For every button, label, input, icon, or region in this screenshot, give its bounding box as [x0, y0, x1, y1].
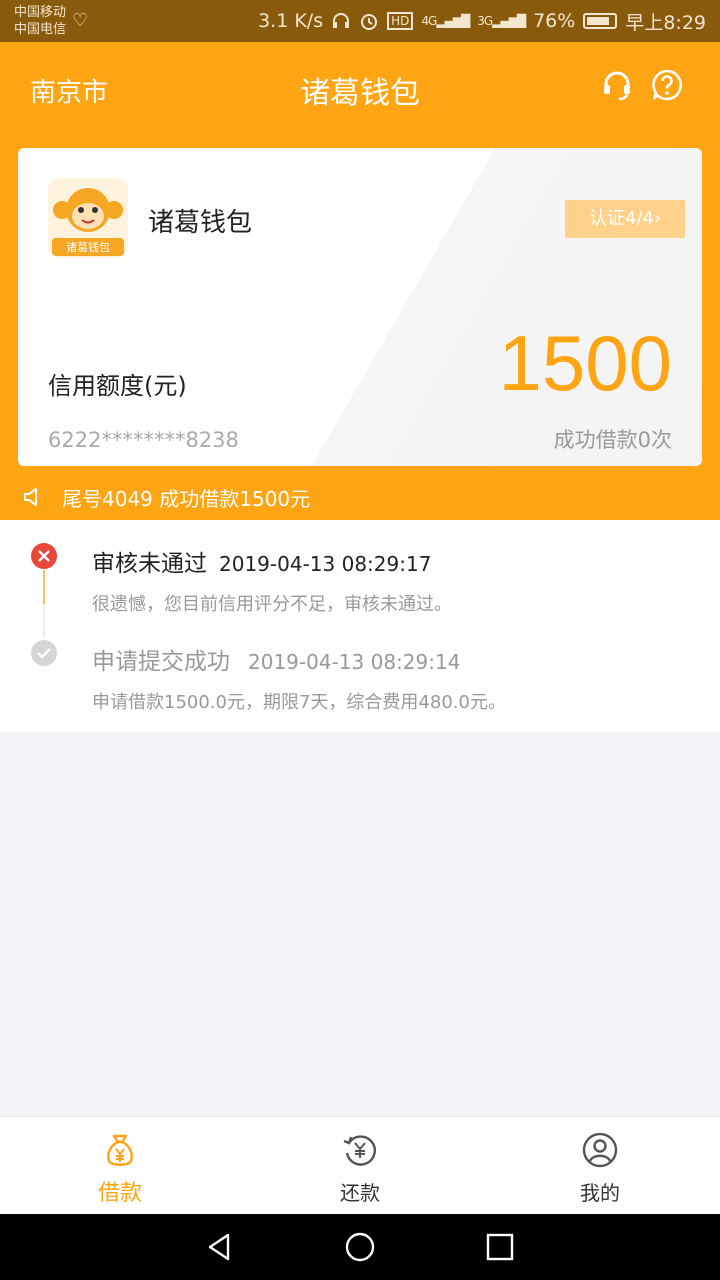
- app-logo: 诸葛钱包: [48, 178, 128, 258]
- carrier-2: 中国电信: [14, 22, 67, 37]
- speaker-icon: [24, 488, 37, 506]
- timeline-event-desc: 申请借款1500.0元，期限7天，综合费用480.0元。: [92, 692, 506, 713]
- customer-service-icon[interactable]: [600, 68, 634, 102]
- certification-label: 认证4/4: [588, 208, 654, 229]
- nav-repay[interactable]: 还款: [240, 1117, 480, 1214]
- home-icon[interactable]: [344, 1231, 376, 1263]
- nav-borrow[interactable]: 借款: [0, 1117, 240, 1214]
- notice-bar: 尾号4049 成功借款1500元: [0, 474, 720, 520]
- status-indicators: 3.1 K/s HD 4G▂▄▆█ 3G▂▄▆█ 76% 早上8:29: [258, 0, 706, 42]
- certification-badge[interactable]: 认证4/4›: [565, 200, 685, 238]
- failed-icon: [31, 543, 57, 569]
- repay-icon: [343, 1135, 376, 1166]
- health-icon: ♡: [72, 10, 89, 31]
- back-icon[interactable]: [204, 1231, 236, 1263]
- credit-card[interactable]: 诸葛钱包 诸葛钱包 认证4/4› 信用额度(元) 1500 6222******…: [18, 148, 702, 466]
- headphone-icon: [333, 13, 350, 28]
- signal-4g: 4G▂▄▆█: [421, 14, 470, 28]
- application-timeline: 审核未通过 2019-04-13 08:29:17 很遗憾，您目前信用评分不足，审…: [0, 520, 720, 732]
- timeline-event-desc: 很遗憾，您目前信用评分不足，审核未通过。: [92, 594, 452, 615]
- borrow-count: 成功借款0次: [553, 428, 672, 452]
- nav-label: 我的: [580, 1181, 620, 1205]
- help-icon[interactable]: [650, 68, 684, 102]
- timeline-event-title: 申请提交成功 2019-04-13 08:29:14: [92, 649, 461, 675]
- clock: 早上8:29: [625, 11, 706, 34]
- battery-icon: [583, 13, 618, 29]
- nav-label: 借款: [97, 1181, 142, 1206]
- profile-icon: [582, 1132, 618, 1168]
- status-bar: 中国移动 中国电信 ♡ 3.1 K/s HD 4G▂▄▆█ 3G▂▄▆█ 76%…: [0, 0, 720, 42]
- product-name: 诸葛钱包: [148, 208, 253, 238]
- recent-apps-icon[interactable]: [484, 1231, 516, 1263]
- timeline-event-time: 2019-04-13 08:29:17: [219, 552, 432, 576]
- alarm-icon: [361, 14, 378, 30]
- timeline-event-title: 审核未通过 2019-04-13 08:29:17: [92, 551, 432, 577]
- money-bag-icon: [107, 1134, 133, 1166]
- bottom-nav: 借款 还款 我的: [0, 1116, 720, 1214]
- signal-3g: 3G▂▄▆█: [477, 14, 526, 28]
- carrier-info: 中国移动 中国电信: [14, 4, 66, 38]
- chevron-right-icon: ›: [653, 208, 662, 229]
- carrier-1: 中国移动: [14, 5, 67, 20]
- hd-badge: HD: [387, 12, 414, 30]
- logo-text: 诸葛钱包: [66, 241, 110, 254]
- timeline-connector: [43, 604, 45, 638]
- timeline-event-time: 2019-04-13 08:29:14: [248, 650, 461, 674]
- nav-profile[interactable]: 我的: [480, 1117, 720, 1214]
- nav-label: 还款: [340, 1181, 380, 1205]
- check-icon: [31, 640, 57, 666]
- battery-percent: 76%: [533, 10, 576, 32]
- notice-text: 尾号4049 成功借款1500元: [62, 486, 311, 511]
- credit-amount: 1500: [498, 319, 672, 407]
- timeline-connector: [43, 570, 45, 604]
- header: 南京市 诸葛钱包 诸葛钱包 诸葛钱包 认证4/4› 信用额度(元) 1500 6…: [0, 42, 720, 520]
- system-nav-bar: [0, 1214, 720, 1280]
- card-number: 6222********8238: [48, 428, 239, 452]
- credit-limit-label: 信用额度(元): [48, 372, 187, 400]
- network-speed: 3.1 K/s: [258, 10, 324, 32]
